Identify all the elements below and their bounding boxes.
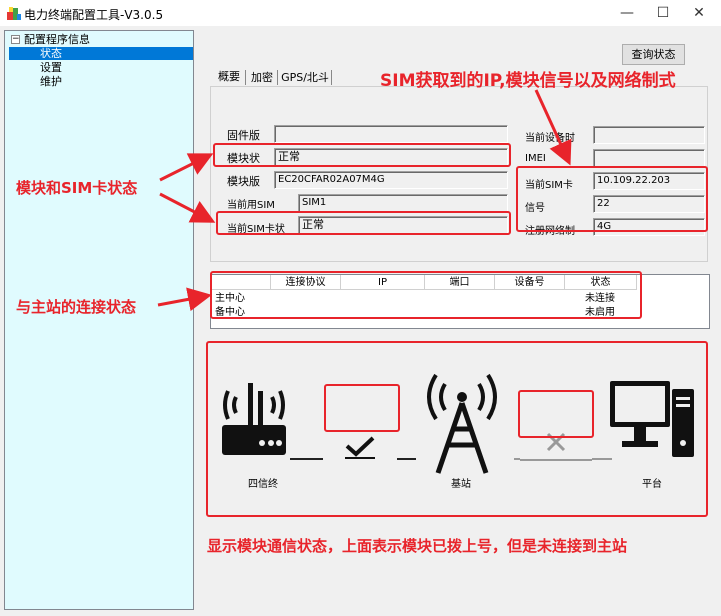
annotation-connection: 与主站的连接状态 [16,298,137,316]
annotation-module-sim: 模块和SIM卡状态 [16,179,138,197]
annotation-comm-status: 显示模块通信状态，上面表示模块已拨上号，但是未连接到主站 [207,537,628,555]
annotation-sim-info: SIM获取到的IP,模块信号以及网络制式 [380,71,676,91]
